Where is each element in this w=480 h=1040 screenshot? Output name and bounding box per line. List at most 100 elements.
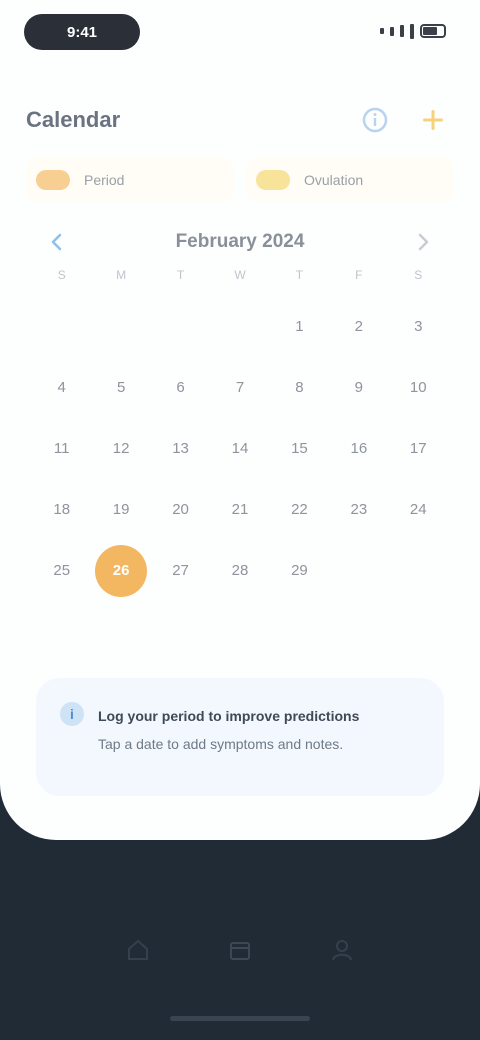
calendar-day[interactable]: 21 bbox=[210, 479, 269, 540]
day-number: 7 bbox=[235, 379, 245, 396]
day-number: 5 bbox=[116, 379, 126, 396]
weekday-header: SMTWTFS bbox=[32, 268, 448, 288]
info-button[interactable] bbox=[358, 103, 392, 137]
status-icons bbox=[380, 22, 446, 40]
calendar-day[interactable]: 7 bbox=[210, 357, 269, 418]
calendar-day[interactable]: 28 bbox=[210, 540, 269, 601]
calendar-day[interactable]: 9 bbox=[329, 357, 388, 418]
day-number: 27 bbox=[172, 562, 189, 579]
main-sheet: 9:41 Calendar Period Ovulation February … bbox=[0, 0, 480, 840]
legend-item-period: Period bbox=[26, 158, 234, 202]
calendar-day[interactable]: 15 bbox=[270, 418, 329, 479]
calendar-day[interactable]: 16 bbox=[329, 418, 388, 479]
day-number: 6 bbox=[176, 379, 185, 396]
day-number: 9 bbox=[354, 379, 364, 396]
empty-cell bbox=[210, 296, 269, 357]
month-title: February 2024 bbox=[175, 231, 305, 252]
weekday-label: F bbox=[355, 268, 363, 282]
weekday-label: S bbox=[414, 268, 423, 282]
legend-item-ovulation: Ovulation bbox=[246, 158, 454, 202]
calendar-day[interactable]: 23 bbox=[329, 479, 388, 540]
calendar-day[interactable]: 5 bbox=[91, 357, 150, 418]
next-month-button[interactable] bbox=[406, 225, 440, 259]
month-navigation: February 2024 bbox=[40, 222, 440, 262]
calendar-day[interactable]: 24 bbox=[389, 479, 448, 540]
day-number: 16 bbox=[350, 440, 368, 457]
calendar-day[interactable]: 22 bbox=[270, 479, 329, 540]
info-notice: i Log your period to improve predictions… bbox=[36, 678, 444, 796]
notice-body: Tap a date to add symptoms and notes. bbox=[98, 736, 344, 752]
info-icon: i bbox=[60, 702, 84, 726]
day-number: 21 bbox=[231, 501, 249, 518]
previous-month-button[interactable] bbox=[40, 225, 74, 259]
calendar-day[interactable]: 1 bbox=[270, 296, 329, 357]
signal-icon bbox=[380, 28, 384, 34]
battery-icon bbox=[420, 24, 446, 38]
empty-cell bbox=[91, 296, 150, 357]
plus-icon bbox=[423, 110, 443, 130]
day-number: 8 bbox=[295, 379, 304, 396]
day-number: 18 bbox=[53, 501, 71, 518]
calendar-day[interactable]: 4 bbox=[32, 357, 91, 418]
day-number: 11 bbox=[53, 440, 70, 457]
profile-icon bbox=[332, 940, 352, 961]
weekday-label: M bbox=[116, 268, 127, 282]
calendar-day-today[interactable]: 26 bbox=[91, 540, 150, 601]
tab-profile[interactable] bbox=[314, 922, 370, 978]
weekday-label: S bbox=[57, 268, 66, 282]
day-number: 20 bbox=[172, 501, 189, 518]
calendar-day[interactable]: 18 bbox=[32, 479, 91, 540]
day-number: 4 bbox=[57, 379, 66, 396]
calendar-day[interactable]: 12 bbox=[91, 418, 150, 479]
ovulation-swatch bbox=[256, 170, 290, 190]
status-time: 9:41 bbox=[24, 14, 140, 50]
calendar-day[interactable]: 19 bbox=[91, 479, 150, 540]
page-title: Calendar bbox=[26, 107, 121, 132]
day-number: 1 bbox=[295, 318, 304, 335]
tab-bar bbox=[110, 920, 370, 980]
signal-icon bbox=[410, 23, 414, 39]
header: Calendar bbox=[26, 100, 450, 140]
legend: Period Ovulation bbox=[26, 158, 454, 202]
calendar-day[interactable]: 17 bbox=[389, 418, 448, 479]
day-number: 3 bbox=[414, 318, 423, 335]
info-icon bbox=[362, 107, 388, 133]
calendar-day[interactable]: 13 bbox=[151, 418, 210, 479]
tab-home[interactable] bbox=[110, 922, 166, 978]
calendar-day[interactable]: 27 bbox=[151, 540, 210, 601]
calendar-icon bbox=[230, 942, 250, 960]
signal-icon bbox=[390, 26, 394, 36]
day-number: 17 bbox=[409, 440, 427, 457]
tab-calendar[interactable] bbox=[212, 922, 268, 978]
day-number: 29 bbox=[291, 562, 308, 579]
calendar-day[interactable]: 25 bbox=[32, 540, 91, 601]
calendar-day[interactable]: 2 bbox=[329, 296, 388, 357]
legend-label: Ovulation bbox=[304, 172, 364, 188]
day-number: 28 bbox=[231, 562, 249, 579]
weekday-label: T bbox=[295, 268, 304, 282]
weekday-label: T bbox=[176, 268, 185, 282]
period-swatch bbox=[36, 170, 70, 190]
legend-label: Period bbox=[84, 172, 125, 188]
day-number: 22 bbox=[291, 501, 308, 518]
add-button[interactable] bbox=[416, 103, 450, 137]
home-icon bbox=[128, 939, 148, 960]
day-number: 13 bbox=[172, 440, 189, 457]
notice-title: Log your period to improve predictions bbox=[98, 708, 360, 724]
day-number: 14 bbox=[231, 440, 249, 457]
calendar-day[interactable]: 20 bbox=[151, 479, 210, 540]
weekday-label: W bbox=[234, 268, 246, 282]
day-number: 23 bbox=[350, 501, 368, 518]
notice-text: Log your period to improve predictions T… bbox=[98, 702, 359, 776]
day-number: 25 bbox=[53, 562, 71, 579]
calendar-day[interactable]: 8 bbox=[270, 357, 329, 418]
calendar-day[interactable]: 6 bbox=[151, 357, 210, 418]
calendar-day[interactable]: 29 bbox=[270, 540, 329, 601]
calendar-day[interactable]: 11 bbox=[32, 418, 91, 479]
calendar-day[interactable]: 3 bbox=[389, 296, 448, 357]
calendar-day[interactable]: 14 bbox=[210, 418, 269, 479]
signal-icon bbox=[400, 25, 404, 37]
empty-cell bbox=[151, 296, 210, 357]
calendar-day[interactable]: 10 bbox=[389, 357, 448, 418]
status-bar: 9:41 bbox=[0, 0, 480, 66]
